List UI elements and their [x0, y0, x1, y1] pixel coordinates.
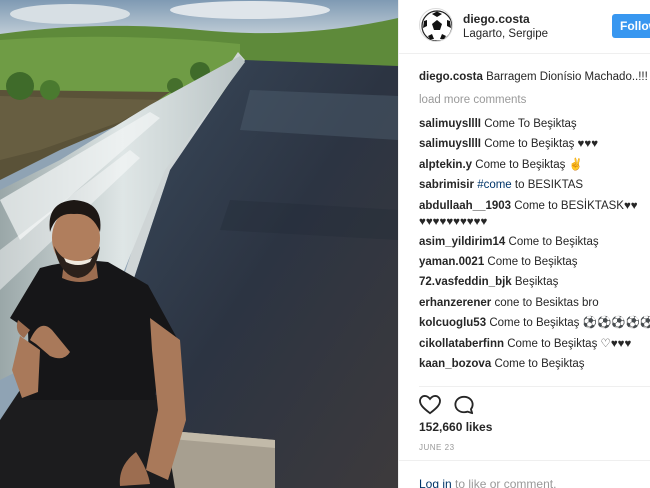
- comment-item: abdullaah__1903 Come to BESİKTASK♥♥ ♥♥♥♥…: [419, 198, 650, 230]
- dam-photo-illustration: [0, 0, 398, 488]
- comment-text: to BESIKTAS: [514, 179, 584, 192]
- heart-icon[interactable]: [419, 394, 441, 415]
- soccer-ball-avatar-icon[interactable]: [419, 8, 453, 42]
- login-rest-text: to like or comment.: [455, 477, 557, 488]
- comment-item: sabrimisir #come to BESIKTAS: [419, 175, 650, 195]
- caption-username[interactable]: diego.costa: [419, 71, 483, 83]
- comment-item: cikollataberfinn Come to Beşiktaş ♡♥♥♥: [419, 334, 650, 354]
- comment-username[interactable]: alptekin.y: [419, 159, 472, 171]
- comment-username[interactable]: 72.vasfeddin_bjk: [419, 276, 512, 288]
- comment-username[interactable]: erhanzerener: [419, 297, 491, 309]
- post-side-panel: diego.costa Lagarto, Sergipe Follow dieg…: [398, 0, 650, 488]
- likes-count[interactable]: 152,660 likes: [419, 420, 492, 434]
- caption-text: Barragem Dionísio Machado..!!!: [486, 71, 648, 83]
- comment-hashtag-link[interactable]: #come: [477, 179, 512, 191]
- comment-text: Come to Beşiktaş: [487, 255, 578, 268]
- comment-username[interactable]: yaman.0021: [419, 256, 484, 268]
- follow-button[interactable]: Follow: [612, 14, 650, 38]
- comment-item: alptekin.y Come to Beşiktaş ✌: [419, 155, 650, 175]
- comment-text: Come to Beşiktaş ⚽⚽⚽⚽⚽⚽: [489, 317, 650, 330]
- post-date[interactable]: JUNE 23: [419, 443, 455, 452]
- comment-item: erhanzerener cone to Besiktas bro: [419, 293, 650, 313]
- post-actions: [419, 386, 650, 418]
- comment-username[interactable]: kaan_bozova: [419, 358, 491, 370]
- comment-item: yaman.0021 Come to Beşiktaş: [419, 252, 650, 272]
- post-header: diego.costa Lagarto, Sergipe Follow: [399, 0, 650, 54]
- comment-username[interactable]: cikollataberfinn: [419, 338, 504, 350]
- comment-icon[interactable]: [453, 395, 474, 415]
- load-more-comments-link[interactable]: load more comments: [419, 93, 650, 108]
- comment-item: 72.vasfeddin_bjk Beşiktaş: [419, 272, 650, 292]
- comment-text: Come to Beşiktaş ✌: [475, 158, 583, 171]
- login-prompt: Log in to like or comment.: [399, 460, 650, 488]
- comment-text: Come to Beşiktaş: [508, 235, 599, 248]
- comments-list: diego.costa Barragem Dionísio Machado..!…: [419, 70, 650, 374]
- comment-username[interactable]: asim_yildirim14: [419, 236, 505, 248]
- comment-item: kolcuoglu53 Come to Beşiktaş ⚽⚽⚽⚽⚽⚽: [419, 313, 650, 333]
- comment-username[interactable]: sabrimisir: [419, 179, 474, 191]
- comment-text: Come To Beşiktaş: [484, 118, 577, 130]
- comment-username[interactable]: salimuyslllI: [419, 118, 481, 130]
- comment-username[interactable]: abdullaah__1903: [419, 200, 511, 212]
- post-username[interactable]: diego.costa: [463, 12, 530, 26]
- login-link[interactable]: Log in: [419, 477, 452, 488]
- comment-text: cone to Besiktas bro: [494, 296, 599, 309]
- login-prompt-text: Log in to like or comment.: [419, 477, 556, 488]
- comment-text: Beşiktaş: [514, 276, 559, 289]
- post-caption: diego.costa Barragem Dionísio Machado..!…: [419, 70, 650, 85]
- comment-item: salimuyslllI Come To Beşiktaş: [419, 114, 650, 134]
- comment-item: kaan_bozova Come to Beşiktaş: [419, 354, 650, 374]
- comment-text: Come to Beşiktaş ♥♥♥: [484, 138, 599, 151]
- comment-text: Come to Beşiktaş ♡♥♥♥: [507, 337, 632, 350]
- comment-item: salimuyslllI Come to Beşiktaş ♥♥♥: [419, 134, 650, 154]
- comment-item: asim_yildirim14 Come to Beşiktaş: [419, 232, 650, 252]
- comment-text: Come to Beşiktaş: [494, 357, 585, 370]
- comment-username[interactable]: kolcuoglu53: [419, 317, 486, 329]
- post-photo: [0, 0, 398, 488]
- comment-username[interactable]: salimuyslllI: [419, 138, 481, 150]
- post-location[interactable]: Lagarto, Sergipe: [463, 28, 548, 40]
